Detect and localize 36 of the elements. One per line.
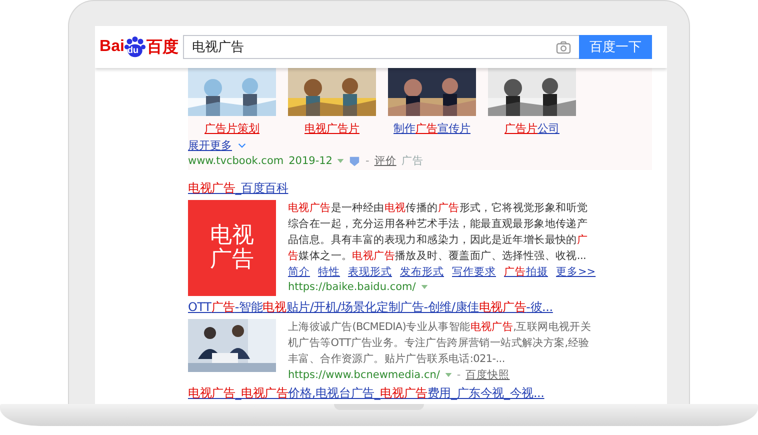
result-date: 2019-12 [288,155,332,167]
section-link[interactable]: 简介 [288,264,310,280]
section-link[interactable]: 发布形式 [400,264,444,280]
ad-image-link[interactable]: 广告片策划 [204,121,260,136]
result-url: https://baike.baidu.com/ [288,281,416,293]
section-link[interactable]: 广告拍摄 [504,264,548,280]
ad-image-link[interactable]: 制作广告宣传片 [394,121,470,136]
shield-icon [349,156,360,166]
chevron-down-icon [238,143,246,148]
result-snippet: 上海彼诚广告(BCMEDIA)专业从事智能电视广告,互联网电视开关机广告等OTT广告业务。专注广告跨屏营销一站式解决方案,经验丰富、合作资源广。贴片广告联系电话:021-... [288,320,592,367]
result-url: www.tvcbook.com [188,155,284,167]
result-snippet: 电视广告是一种经由电视传播的广告形式，它将视觉形象和听觉综合在一起，充分运用各种艺术手法，能最直观最形象地传递产品信息。具有丰富的表现力和感染力，因此是近年增长最快的广告媒体之一。电视广告播放及时、覆盖面广、选择性强、收视... [288,201,589,264]
section-link[interactable]: 更多>> [556,264,596,280]
section-link[interactable]: 特性 [318,264,340,280]
search-button[interactable]: 百度一下 [579,35,652,59]
result-title-link[interactable]: 电视广告_电视广告价格,电视台广告_电视广告费用_广东今视_今视... [188,385,667,402]
section-link[interactable]: 表现形式 [348,264,392,280]
cache-link[interactable]: 百度快照 [466,368,510,382]
separator: - [456,369,461,381]
result-title-link[interactable]: 电视广告_百度百科 [188,180,667,197]
ad-image-link[interactable]: 电视广告片 [304,121,360,136]
caret-down-icon [420,285,428,289]
caret-down-icon [444,373,452,377]
caret-down-icon [337,159,344,163]
separator: - [365,155,370,167]
camera-icon[interactable] [556,40,571,54]
result-thumbnail: 电视广告 [188,200,276,296]
search-field[interactable]: 电视广告 [183,35,579,59]
ad-image-link[interactable]: 广告片公司 [504,121,560,136]
expand-more-link[interactable]: 展开更多 [188,138,232,153]
baidu-logo: Bai du 百度 [98,36,180,58]
section-link[interactable]: 写作要求 [452,264,496,280]
rating-link[interactable]: 评价 [374,154,396,168]
ad-label: 广告 [401,154,424,168]
result-url: https://www.bcnewmedia.cn/ [288,369,440,381]
result-title-link[interactable]: OTT广告-智能电视贴片/开机/场景化定制广告-创维/康佳电视广告-彼... [188,299,667,316]
